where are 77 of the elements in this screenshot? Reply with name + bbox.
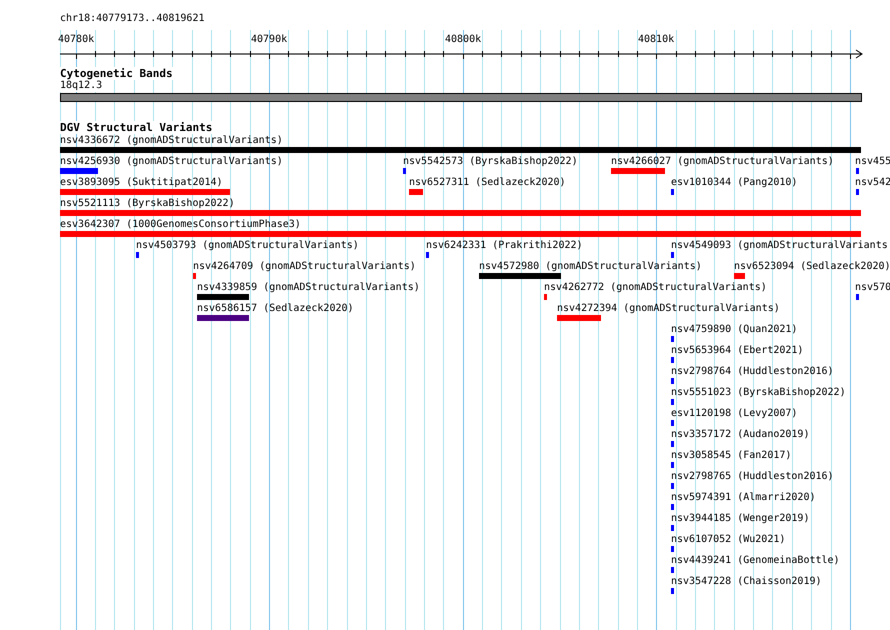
variant-label: nsv3944185 (Wenger2019)	[671, 513, 810, 525]
variant-bar[interactable]	[671, 483, 674, 489]
band-label: 18q12.3	[60, 80, 102, 92]
variant-label: nsv2798765 (Huddleston2016)	[671, 471, 834, 483]
track-title: DGV Structural Variants	[60, 121, 212, 134]
variant-bar[interactable]	[557, 315, 601, 321]
variant-bar[interactable]	[197, 315, 249, 321]
variant-label: nsv4759890 (Quan2021)	[671, 324, 798, 336]
variant-bar[interactable]	[426, 252, 429, 258]
variant-bar[interactable]	[671, 357, 674, 363]
variant-label: nsv6242331 (Prakrithi2022)	[426, 240, 583, 252]
variant-bar[interactable]	[60, 168, 98, 174]
track-title: Cytogenetic Bands	[60, 67, 173, 80]
variant-bar[interactable]	[60, 147, 861, 153]
variant-label: nsv4503793 (gnomADStructuralVariants)	[136, 240, 359, 252]
variant-label: nsv6527311 (Sedlazeck2020)	[409, 177, 566, 189]
variant-bar[interactable]	[403, 168, 406, 174]
variant-bar[interactable]	[671, 189, 674, 195]
variant-bar[interactable]	[671, 546, 674, 552]
variant-label: nsv5542573 (ByrskaBishop2022)	[403, 156, 578, 168]
variant-label: nsv5974391 (Almarri2020)	[671, 492, 816, 504]
variant-label: nsv5551023 (ByrskaBishop2022)	[671, 387, 846, 399]
variant-bar[interactable]	[856, 294, 859, 300]
variant-label: nsv6586157 (Sedlazeck2020)	[197, 303, 354, 315]
variant-label: esv3642307 (1000GenomesConsortiumPhase3)	[60, 219, 301, 231]
variant-label: nsv4256930 (gnomADStructuralVariants)	[60, 156, 283, 168]
variant-bar[interactable]	[671, 336, 674, 342]
variant-label: nsv4439241 (GenomeinaBottle)	[671, 555, 840, 567]
variant-bar[interactable]	[671, 588, 674, 594]
variant-bar[interactable]	[197, 294, 249, 300]
tick-label: 40810k	[638, 34, 674, 46]
variant-bar[interactable]	[60, 189, 230, 195]
variant-bar[interactable]	[671, 567, 674, 573]
variant-bar[interactable]	[734, 273, 745, 279]
variant-bar[interactable]	[544, 294, 547, 300]
variant-bar[interactable]	[671, 525, 674, 531]
variant-label: nsv3058545 (Fan2017)	[671, 450, 792, 462]
variant-bar[interactable]	[136, 252, 139, 258]
variant-label: nsv5653964 (Ebert2021)	[671, 345, 804, 357]
variant-bar[interactable]	[60, 210, 861, 216]
variant-bar[interactable]	[671, 420, 674, 426]
variant-label: nsv2798764 (Huddleston2016)	[671, 366, 834, 378]
variant-label: nsv4266027 (gnomADStructuralVariants)	[611, 156, 834, 168]
variant-bar[interactable]	[671, 378, 674, 384]
tick-label: 40800k	[445, 34, 482, 46]
variant-label: nsv4572980 (gnomADStructuralVariants)	[479, 261, 702, 273]
variant-label: esv1010344 (Pang2010)	[671, 177, 798, 189]
variant-bar[interactable]	[60, 231, 861, 237]
variant-bar[interactable]	[856, 168, 859, 174]
variant-label: nsv4549093 (gnomADStructuralVariants	[671, 240, 888, 252]
variant-label: nsv4262772 (gnomADStructuralVariants)	[544, 282, 767, 294]
variant-label: nsv3357172 (Audano2019)	[671, 429, 810, 441]
variant-label: nsv570	[855, 282, 890, 294]
variant-label: nsv6107052 (Wu2021)	[671, 534, 786, 546]
variant-label: nsv6523094 (Sedlazeck2020)	[734, 261, 890, 273]
variant-label: esv1120198 (Levy2007)	[671, 408, 798, 420]
variant-bar[interactable]	[409, 189, 423, 195]
variant-label: nsv4272394 (gnomADStructuralVariants)	[557, 303, 780, 315]
variant-label: nsv3547228 (Chaisson2019)	[671, 576, 822, 588]
tick-label: 40780k	[58, 34, 94, 46]
variant-bar[interactable]	[193, 273, 196, 279]
variant-bar[interactable]	[856, 189, 859, 195]
variant-bar[interactable]	[611, 168, 665, 174]
variant-label: nsv4339859 (gnomADStructuralVariants)	[197, 282, 420, 294]
variant-bar[interactable]	[671, 252, 674, 258]
variant-label: nsv5521113 (ByrskaBishop2022)	[60, 198, 235, 210]
variant-label: nsv4264709 (gnomADStructuralVariants)	[193, 261, 416, 273]
variant-bar[interactable]	[479, 273, 561, 279]
variant-bar[interactable]	[671, 399, 674, 405]
variant-label: nsv455	[855, 156, 890, 168]
variant-bar[interactable]	[671, 441, 674, 447]
variant-label: esv3893095 (Suktitipat2014)	[60, 177, 223, 189]
tick-label: 40790k	[251, 34, 288, 46]
variant-bar[interactable]	[671, 462, 674, 468]
variant-label: nsv4336672 (gnomADStructuralVariants)	[60, 135, 283, 147]
variant-bar[interactable]	[671, 504, 674, 510]
variant-label: nsv542	[855, 177, 890, 189]
